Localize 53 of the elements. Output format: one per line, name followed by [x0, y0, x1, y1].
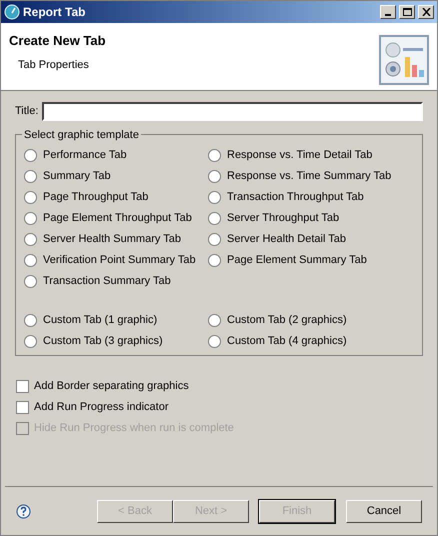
maximize-icon — [402, 8, 412, 16]
radio-label: Custom Tab (1 graphic) — [43, 313, 158, 328]
radio-button[interactable] — [208, 314, 221, 327]
radio-button[interactable] — [208, 170, 221, 183]
dialog-button[interactable]: Cancel — [346, 500, 422, 522]
checkbox-label: Add Run Progress indicator — [34, 400, 169, 416]
page-subtitle: Tab Properties — [17, 58, 90, 72]
radio-button[interactable] — [24, 191, 37, 204]
radio-button[interactable] — [208, 212, 221, 225]
radio-button[interactable] — [24, 335, 37, 348]
minimize-button[interactable] — [380, 5, 396, 19]
radio-label: Verification Point Summary Tab — [43, 253, 196, 268]
title-label: Title: — [15, 104, 38, 120]
page-heading: Create New Tab — [9, 32, 106, 50]
gauge-icon — [4, 4, 20, 20]
radio-button[interactable] — [24, 254, 37, 267]
group-legend: Select graphic template — [22, 127, 141, 144]
chart-panel-icon — [379, 35, 429, 85]
maximize-button[interactable] — [399, 5, 415, 19]
radio-label: Transaction Summary Tab — [43, 274, 171, 290]
close-icon — [422, 8, 430, 16]
checkbox[interactable] — [16, 380, 29, 393]
radio-label: Custom Tab (2 graphics) — [227, 313, 347, 328]
radio-button[interactable] — [24, 170, 37, 183]
radio-label: Summary Tab — [43, 169, 111, 184]
radio-label: Transaction Throughput Tab — [227, 190, 364, 206]
checkbox-label: Add Border separating graphics — [34, 379, 189, 394]
radio-button[interactable] — [208, 149, 221, 162]
radio-button[interactable] — [24, 212, 37, 225]
checkbox[interactable] — [16, 401, 29, 414]
title-input[interactable] — [42, 102, 423, 121]
radio-label: Custom Tab (4 graphics) — [227, 334, 347, 350]
radio-label: Response vs. Time Summary Tab — [227, 169, 392, 184]
radio-button[interactable] — [24, 149, 37, 162]
close-button[interactable] — [418, 5, 434, 19]
radio-label: Custom Tab (3 graphics) — [43, 334, 163, 350]
radio-label: Server Health Detail Tab — [227, 232, 346, 248]
radio-button[interactable] — [24, 314, 37, 327]
radio-button[interactable] — [208, 191, 221, 204]
help-icon[interactable] — [16, 504, 31, 518]
radio-label: Performance Tab — [43, 148, 127, 164]
radio-label: Server Health Summary Tab — [43, 232, 181, 248]
radio-label: Page Element Throughput Tab — [43, 211, 192, 226]
window-title: Report Tab — [23, 4, 86, 21]
radio-button[interactable] — [208, 335, 221, 348]
radio-label: Page Element Summary Tab — [227, 253, 367, 268]
radio-label: Server Throughput Tab — [227, 211, 340, 226]
radio-button[interactable] — [24, 275, 37, 288]
radio-button[interactable] — [208, 254, 221, 267]
radio-label: Response vs. Time Detail Tab — [227, 148, 372, 164]
radio-button[interactable] — [24, 233, 37, 246]
radio-button[interactable] — [208, 233, 221, 246]
radio-label: Page Throughput Tab — [43, 190, 148, 206]
